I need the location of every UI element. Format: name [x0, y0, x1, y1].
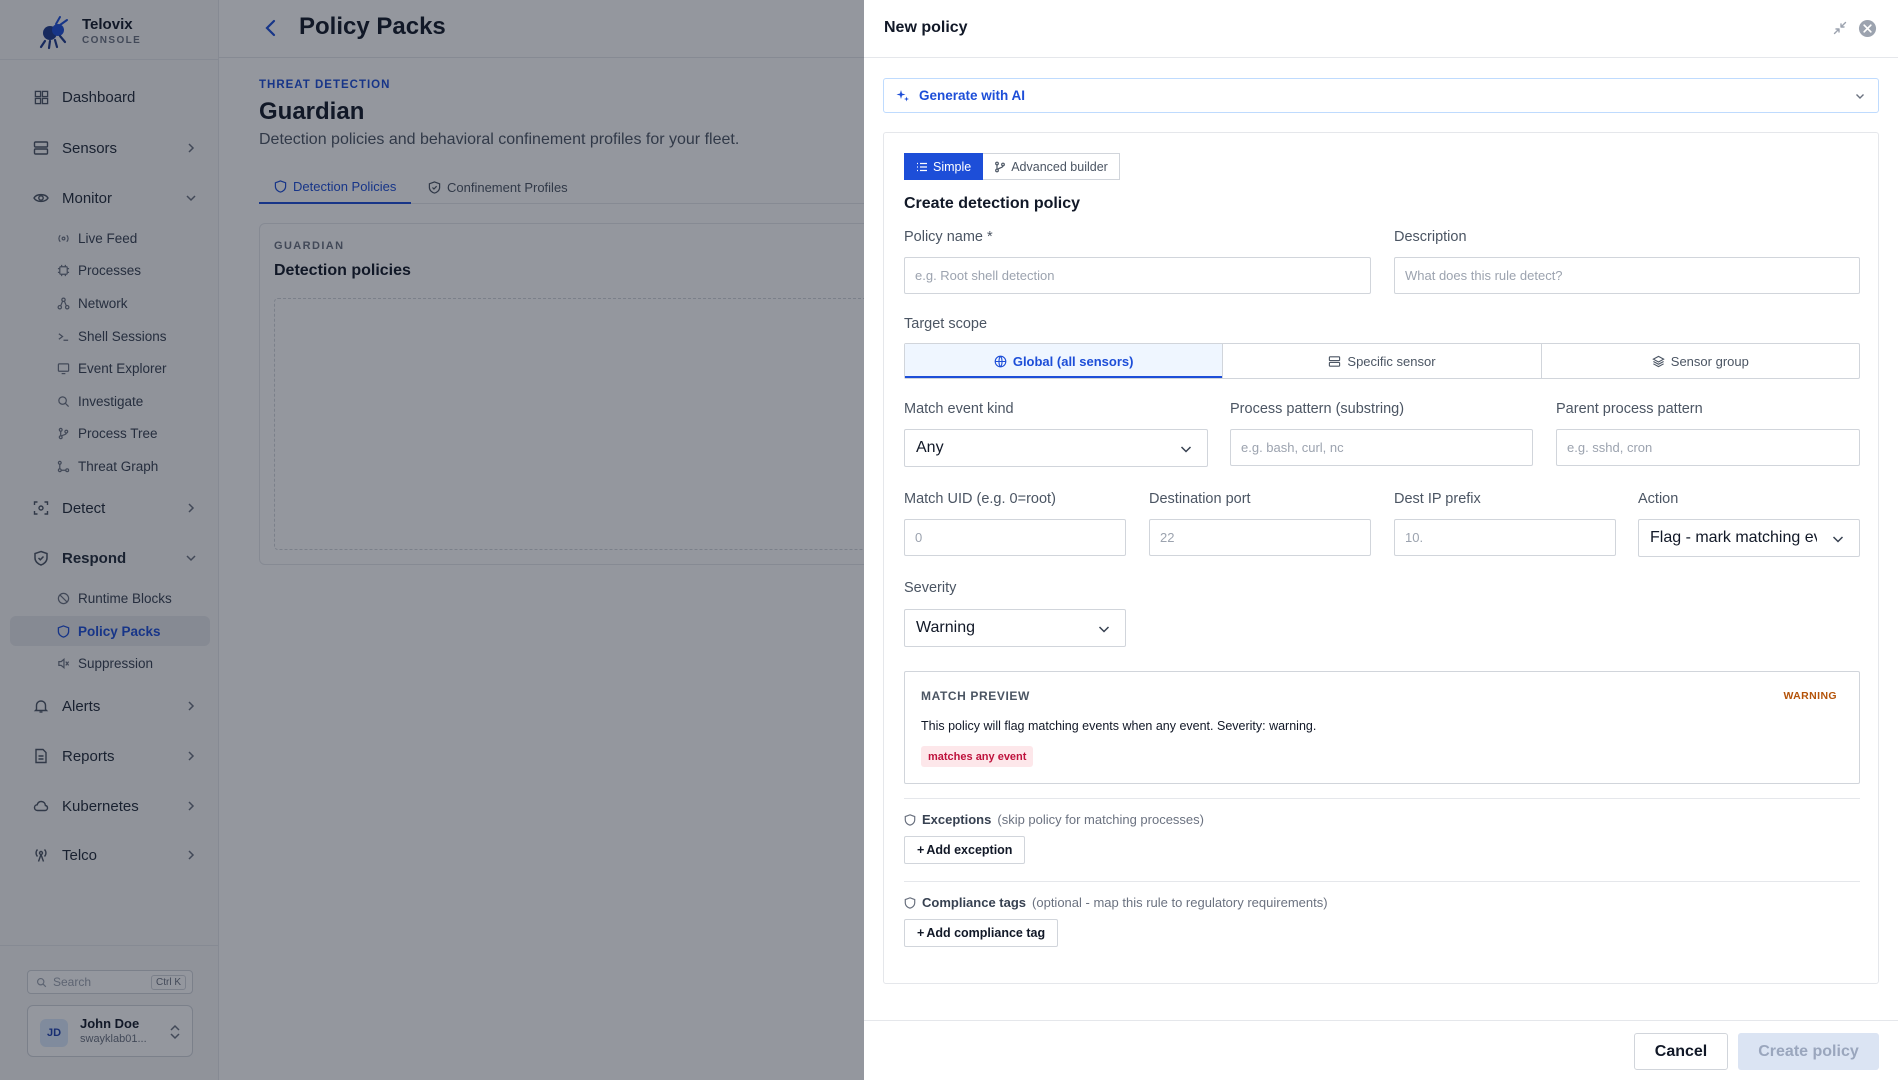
- server-icon: [1328, 355, 1341, 368]
- dest-port-label: Destination port: [1149, 491, 1251, 507]
- target-scope-selector: Global (all sensors) Specific sensor Sen…: [904, 343, 1860, 379]
- divider: [904, 798, 1860, 799]
- form-title: Create detection policy: [904, 195, 1081, 212]
- shield-icon: [904, 896, 916, 909]
- input-placeholder: 22: [1160, 530, 1175, 545]
- policy-name-input[interactable]: e.g. Root shell detection: [904, 257, 1371, 294]
- divider: [864, 1020, 1898, 1021]
- action-label: Action: [1638, 491, 1679, 507]
- create-policy-button[interactable]: Create policy: [1738, 1033, 1879, 1070]
- mode-label: Simple: [933, 159, 972, 174]
- button-label: Add exception: [926, 843, 1013, 857]
- dest-port-input[interactable]: 22: [1149, 519, 1371, 556]
- scope-sensor-option[interactable]: Specific sensor: [1222, 344, 1540, 378]
- plus-icon: +: [917, 926, 925, 940]
- scope-group-option[interactable]: Sensor group: [1540, 344, 1859, 378]
- input-placeholder: e.g. Root shell detection: [915, 268, 1055, 283]
- scope-label: Sensor group: [1670, 353, 1749, 369]
- exceptions-title: Exceptions: [922, 812, 992, 827]
- match-event-kind-select[interactable]: Any: [904, 429, 1208, 467]
- process-pattern-input[interactable]: e.g. bash, curl, nc: [1230, 429, 1533, 466]
- compliance-hint: (optional - map this rule to regulatory …: [1032, 895, 1328, 910]
- select-value: Flag - mark matching events: [1650, 529, 1817, 546]
- severity-select[interactable]: Warning: [904, 609, 1126, 647]
- shield-icon: [904, 813, 916, 826]
- cancel-button[interactable]: Cancel: [1634, 1033, 1728, 1070]
- preview-text: This policy will flag matching events wh…: [921, 719, 1317, 733]
- dest-ip-label: Dest IP prefix: [1394, 491, 1481, 507]
- compliance-title: Compliance tags: [922, 895, 1027, 910]
- mode-label: Advanced builder: [1011, 159, 1108, 174]
- button-label: Add compliance tag: [926, 926, 1046, 940]
- scope-global-option[interactable]: Global (all sensors): [905, 344, 1223, 378]
- match-uid-input[interactable]: 0: [904, 519, 1126, 556]
- close-icon[interactable]: [1858, 19, 1877, 38]
- minimize-icon[interactable]: [1833, 21, 1847, 35]
- input-placeholder: 10.: [1405, 530, 1424, 545]
- generate-with-ai-toggle[interactable]: Generate with AI: [883, 78, 1879, 113]
- mode-advanced-button[interactable]: Advanced builder: [983, 153, 1120, 180]
- sparkles-icon: [896, 89, 910, 103]
- input-placeholder: What does this rule detect?: [1405, 268, 1563, 283]
- parent-pattern-input[interactable]: e.g. sshd, cron: [1556, 429, 1860, 466]
- severity-label: Severity: [904, 580, 957, 596]
- compliance-header: Compliance tags (optional - map this rul…: [904, 895, 1328, 910]
- select-value: Any: [916, 439, 944, 456]
- description-label: Description: [1394, 229, 1467, 245]
- add-exception-button[interactable]: + Add exception: [904, 836, 1026, 864]
- drawer-title: New policy: [884, 19, 968, 36]
- chevron-down-icon: [1180, 446, 1192, 453]
- match-uid-label: Match UID (e.g. 0=root): [904, 491, 1056, 507]
- list-icon: [916, 161, 928, 173]
- scope-label: Global (all sensors): [1012, 353, 1134, 369]
- plus-icon: +: [917, 843, 925, 857]
- chevron-down-icon: [1832, 536, 1844, 543]
- process-pattern-label: Process pattern (substring): [1230, 401, 1405, 417]
- policy-name-label: Policy name *: [904, 229, 993, 245]
- parent-pattern-label: Parent process pattern: [1556, 401, 1703, 417]
- match-preview: MATCH PREVIEW WARNING This policy will f…: [904, 671, 1860, 784]
- scope-label: Specific sensor: [1347, 353, 1436, 369]
- ai-label: Generate with AI: [919, 88, 1026, 103]
- divider: [864, 57, 1898, 58]
- globe-icon: [994, 355, 1007, 368]
- exceptions-header: Exceptions (skip policy for matching pro…: [904, 812, 1204, 827]
- exceptions-hint: (skip policy for matching processes): [997, 812, 1204, 827]
- input-placeholder: e.g. sshd, cron: [1567, 440, 1653, 455]
- severity-badge: WARNING: [1783, 690, 1837, 702]
- action-select[interactable]: Flag - mark matching events: [1638, 519, 1860, 557]
- mode-simple-button[interactable]: Simple: [904, 153, 984, 180]
- target-scope-label: Target scope: [904, 316, 988, 332]
- description-input[interactable]: What does this rule detect?: [1394, 257, 1860, 294]
- new-policy-drawer: New policy Generate with AI Simple Advan…: [864, 0, 1898, 1080]
- policy-form: Simple Advanced builder Create detection…: [883, 132, 1879, 984]
- select-value: Warning: [916, 619, 975, 636]
- match-chip: matches any event: [921, 746, 1034, 767]
- mode-switch: Simple Advanced builder: [904, 153, 1120, 180]
- add-compliance-tag-button[interactable]: + Add compliance tag: [904, 919, 1059, 947]
- dest-ip-input[interactable]: 10.: [1394, 519, 1616, 556]
- chevron-down-icon: [1098, 626, 1110, 633]
- input-placeholder: 0: [915, 530, 923, 545]
- input-placeholder: e.g. bash, curl, nc: [1241, 440, 1344, 455]
- divider: [904, 881, 1860, 882]
- layers-icon: [1652, 355, 1665, 368]
- chevron-down-icon: [1856, 94, 1864, 99]
- match-event-kind-label: Match event kind: [904, 401, 1014, 417]
- preview-title: MATCH PREVIEW: [921, 689, 1030, 703]
- git-branch-icon: [994, 161, 1006, 173]
